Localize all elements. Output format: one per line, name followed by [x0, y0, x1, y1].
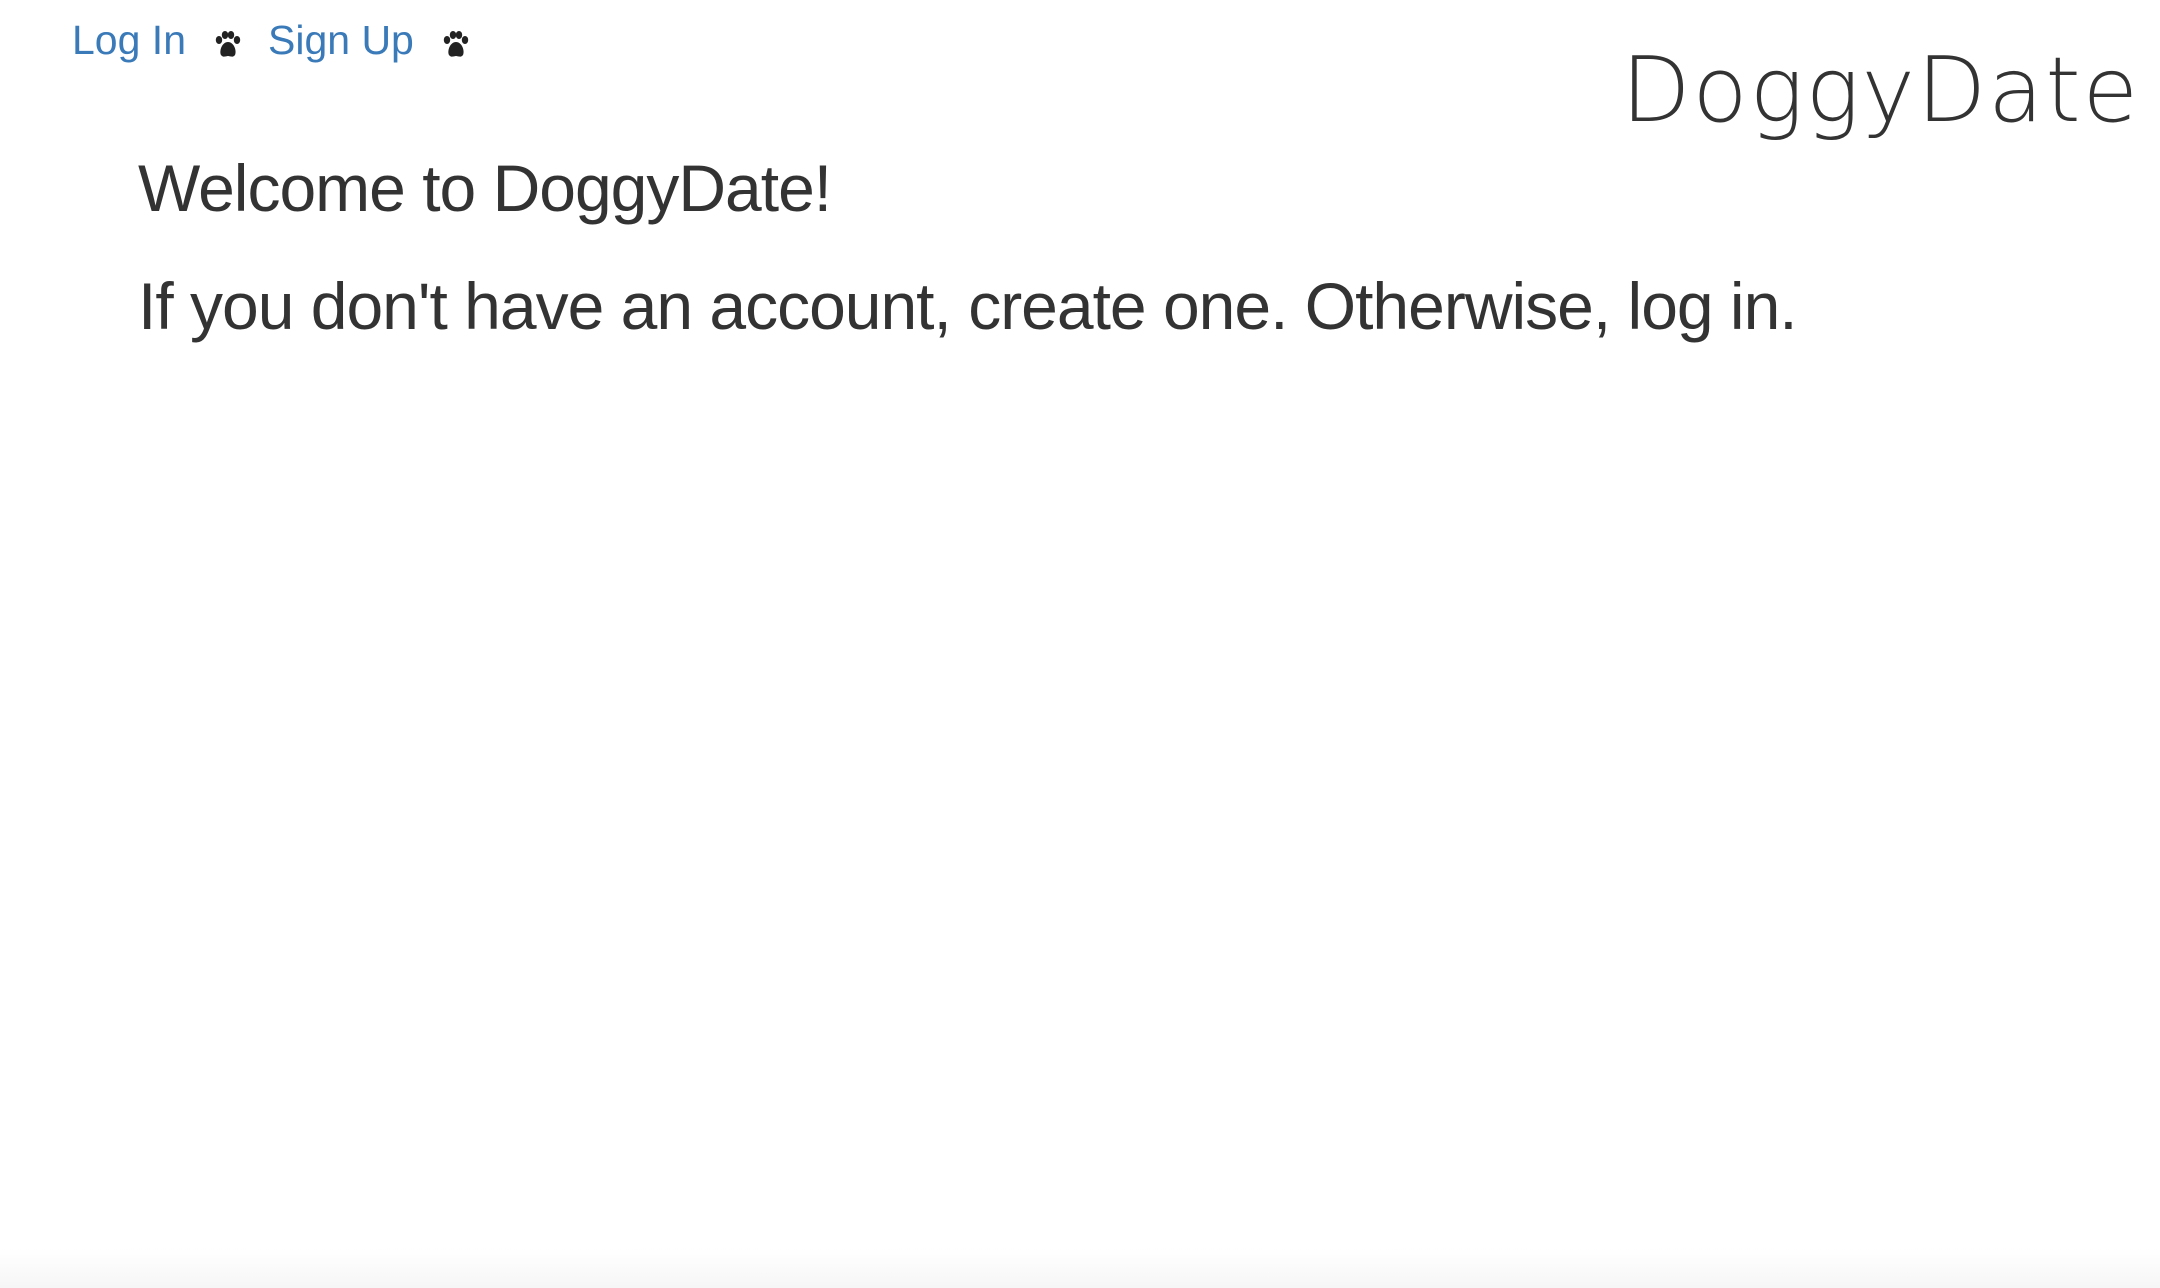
- page-title: Welcome to DoggyDate!: [138, 151, 832, 225]
- bottom-fade: [0, 1248, 2160, 1288]
- brand-logo-text: DoggyDate: [1621, 38, 2140, 143]
- instruction-text: If you don't have an account, create one…: [138, 269, 1798, 343]
- paw-icon: [212, 29, 244, 61]
- login-link[interactable]: Log In: [72, 14, 186, 66]
- paw-icon: [440, 29, 472, 61]
- signup-link[interactable]: Sign Up: [268, 14, 414, 66]
- top-nav: Log In Sign Up: [72, 14, 496, 66]
